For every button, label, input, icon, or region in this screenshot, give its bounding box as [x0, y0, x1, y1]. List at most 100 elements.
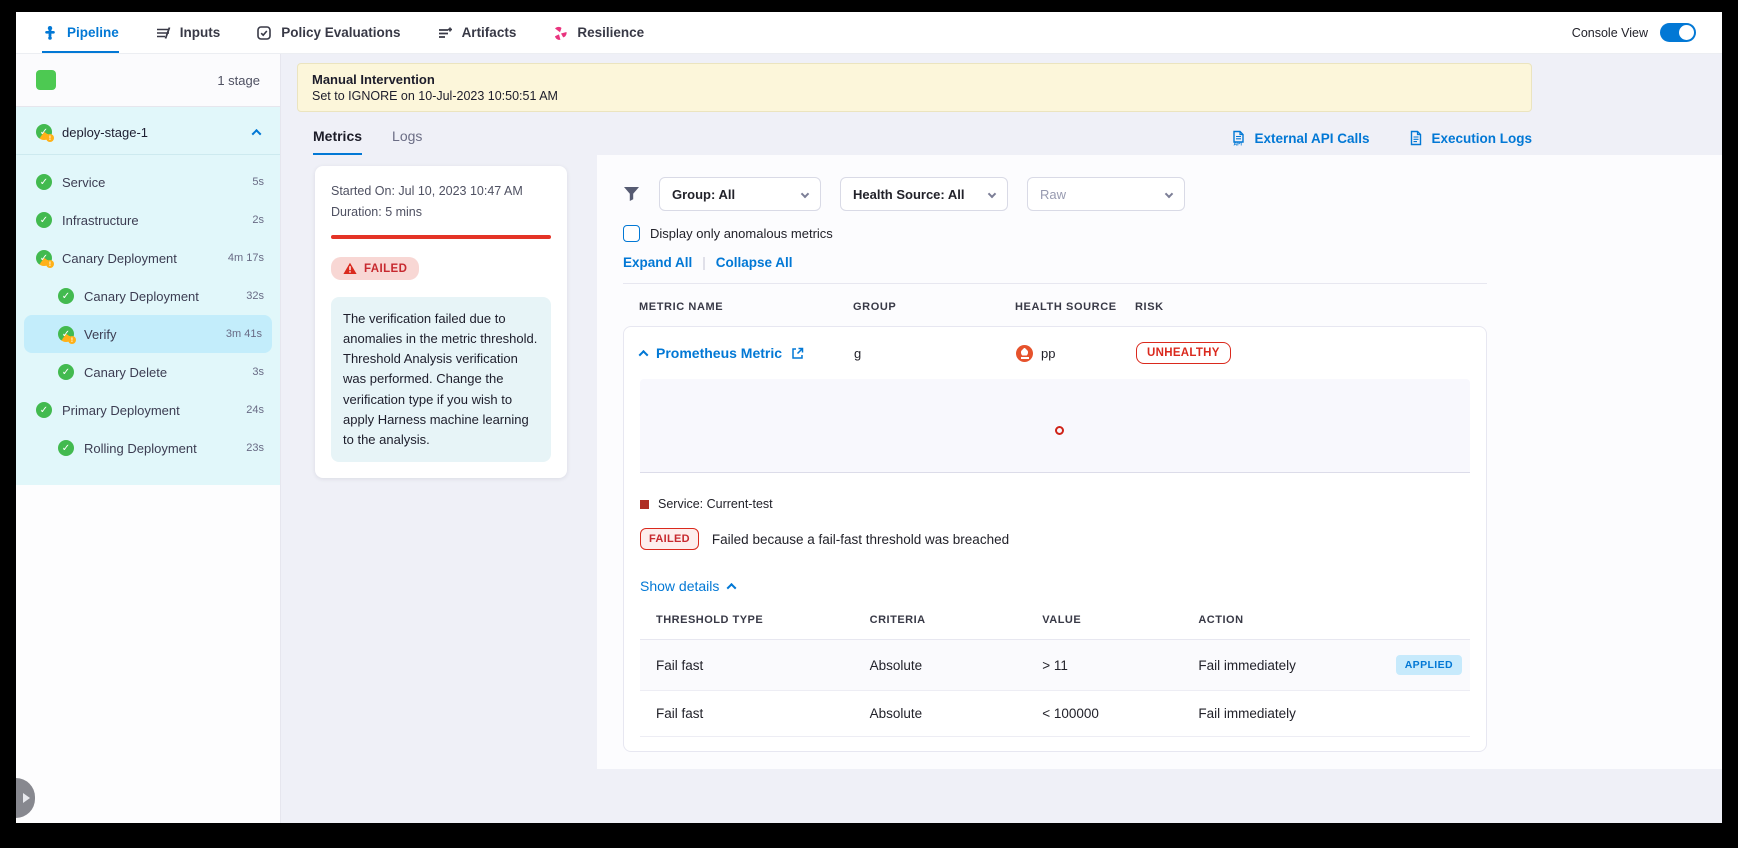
success-icon: ✓ — [36, 212, 52, 228]
step-label: Primary Deployment — [62, 403, 180, 418]
right-arrow-icon — [23, 793, 30, 803]
nav-tab-policy-evaluations[interactable]: Policy Evaluations — [256, 12, 400, 53]
nav-tab-inputs[interactable]: Inputs — [155, 12, 221, 53]
main-content: Manual Intervention Set to IGNORE on 10-… — [281, 54, 1722, 823]
health-source-value: pp — [1041, 346, 1055, 361]
artifacts-icon — [437, 25, 453, 41]
verification-status-row: FAILED Failed because a fail-fast thresh… — [640, 528, 1470, 550]
warning-success-icon: ✓! — [58, 326, 74, 342]
metrics-table-header: METRIC NAME GROUP HEALTH SOURCE RISK — [623, 284, 1487, 326]
step-canary-delete[interactable]: ✓ Canary Delete 3s — [16, 353, 280, 391]
step-label: Canary Delete — [84, 365, 167, 380]
risk-unhealthy-badge: UNHEALTHY — [1136, 342, 1231, 364]
toggle-knob — [1679, 25, 1694, 40]
metric-name-link[interactable]: Prometheus Metric — [656, 345, 782, 361]
cell-threshold-type: Fail fast — [640, 691, 854, 737]
stage-group-label: deploy-stage-1 — [62, 125, 148, 140]
verification-description: The verification failed due to anomalies… — [331, 297, 551, 462]
anomalous-data-point[interactable] — [1055, 426, 1064, 435]
nav-tab-label: Pipeline — [67, 25, 119, 40]
stage-status-square-icon — [36, 70, 56, 90]
execution-logs-icon — [1409, 130, 1423, 146]
legend-swatch — [640, 500, 649, 509]
duration-text: Duration: 5 mins — [331, 205, 551, 219]
verification-summary-card: Started On: Jul 10, 2023 10:47 AM Durati… — [315, 166, 567, 478]
th-action: ACTION — [1182, 602, 1379, 640]
anomalous-metrics-checkbox[interactable] — [623, 225, 640, 242]
stage-group-deploy-stage-1[interactable]: ✓! deploy-stage-1 — [16, 107, 280, 155]
thresholds-table: THRESHOLD TYPE CRITERIA VALUE ACTION — [640, 602, 1470, 737]
applied-badge: APPLIED — [1396, 655, 1462, 675]
pipeline-icon — [42, 25, 58, 41]
failed-message: Failed because a fail-fast threshold was… — [712, 532, 1009, 547]
nav-tab-resilience[interactable]: Resilience — [552, 12, 644, 53]
group-filter-select[interactable]: Group: All — [659, 177, 821, 211]
step-duration: 2s — [252, 214, 264, 226]
show-details-link[interactable]: Show details — [640, 578, 1470, 594]
tab-metrics[interactable]: Metrics — [313, 128, 362, 155]
external-api-icon: API — [1231, 130, 1246, 146]
health-source-filter-select[interactable]: Health Source: All — [840, 177, 1008, 211]
failed-progress-bar — [331, 235, 551, 239]
th-badge — [1380, 602, 1470, 640]
step-rolling-deployment[interactable]: ✓ Rolling Deployment 23s — [16, 429, 280, 467]
step-canary-deployment-group[interactable]: ✓! Canary Deployment 4m 17s — [16, 239, 280, 277]
step-label: Verify — [84, 327, 117, 342]
metric-expanded-detail: Service: Current-test FAILED Failed beca… — [624, 379, 1486, 751]
step-label: Infrastructure — [62, 213, 139, 228]
show-details-label: Show details — [640, 578, 719, 594]
anomalous-metrics-checkbox-label: Display only anomalous metrics — [650, 226, 833, 241]
success-icon: ✓ — [58, 364, 74, 380]
nav-tab-pipeline[interactable]: Pipeline — [42, 12, 119, 53]
step-primary-deployment[interactable]: ✓ Primary Deployment 24s — [16, 391, 280, 429]
success-icon: ✓ — [36, 174, 52, 190]
console-view-toggle[interactable] — [1660, 23, 1696, 42]
metrics-filter-row: Group: All Health Source: All Raw — [623, 177, 1487, 211]
step-duration: 32s — [246, 290, 264, 302]
nav-tab-label: Inputs — [180, 25, 221, 40]
execution-logs-link[interactable]: Execution Logs — [1409, 130, 1532, 146]
banner-title: Manual Intervention — [312, 72, 1517, 87]
stage-summary-header: 1 stage — [16, 54, 280, 107]
collapse-row-chevron-icon[interactable] — [639, 349, 649, 359]
console-view-label: Console View — [1572, 26, 1648, 40]
health-source-filter-value: Health Source: All — [853, 187, 964, 202]
nav-tab-label: Artifacts — [462, 25, 517, 40]
th-criteria: CRITERIA — [854, 602, 1027, 640]
nav-tab-artifacts[interactable]: Artifacts — [437, 12, 517, 53]
stage-tree: ✓! deploy-stage-1 ✓ Service 5s ✓ Infrast… — [16, 107, 280, 485]
tab-logs[interactable]: Logs — [392, 128, 422, 155]
cell-threshold-type: Fail fast — [640, 640, 854, 691]
metrics-panel: Group: All Health Source: All Raw — [597, 155, 1722, 769]
step-infrastructure[interactable]: ✓ Infrastructure 2s — [16, 201, 280, 239]
stage-count-label: 1 stage — [217, 73, 260, 88]
step-canary-deployment[interactable]: ✓ Canary Deployment 32s — [16, 277, 280, 315]
step-duration: 23s — [246, 442, 264, 454]
step-verify[interactable]: ✓! Verify 3m 41s — [24, 315, 272, 353]
metric-chart — [640, 379, 1470, 473]
raw-filter-select[interactable]: Raw — [1027, 177, 1185, 211]
step-label: Service — [62, 175, 105, 190]
execution-logs-label: Execution Logs — [1431, 131, 1532, 146]
nav-tab-label: Policy Evaluations — [281, 25, 400, 40]
manual-intervention-banner: Manual Intervention Set to IGNORE on 10-… — [297, 63, 1532, 112]
success-icon: ✓ — [58, 288, 74, 304]
banner-subtitle: Set to IGNORE on 10-Jul-2023 10:50:51 AM — [312, 89, 1517, 103]
step-duration: 3s — [252, 366, 264, 378]
col-health-source: HEALTH SOURCE — [1015, 301, 1135, 313]
success-icon: ✓ — [36, 402, 52, 418]
external-link-icon[interactable] — [791, 347, 804, 360]
step-service[interactable]: ✓ Service 5s — [16, 163, 280, 201]
inputs-icon — [155, 25, 171, 41]
success-icon: ✓ — [58, 440, 74, 456]
cell-value: < 100000 — [1026, 691, 1182, 737]
external-api-calls-link[interactable]: API External API Calls — [1231, 130, 1369, 146]
chevron-up-icon[interactable] — [252, 128, 262, 138]
group-filter-value: Group: All — [672, 187, 735, 202]
nav-tab-label: Resilience — [577, 25, 644, 40]
expand-all-link[interactable]: Expand All — [623, 255, 692, 270]
app-window: Pipeline Inputs Policy Evaluations Artif… — [16, 12, 1722, 823]
resilience-icon — [552, 25, 568, 41]
policy-check-icon — [256, 25, 272, 41]
collapse-all-link[interactable]: Collapse All — [716, 255, 793, 270]
